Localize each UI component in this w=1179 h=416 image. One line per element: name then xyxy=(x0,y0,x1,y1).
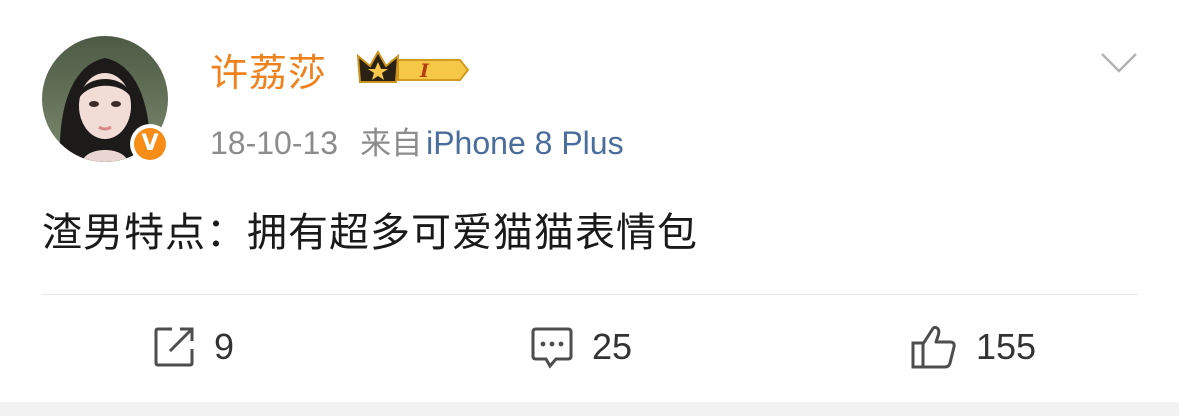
verified-icon: V xyxy=(134,128,166,160)
level-label: I xyxy=(419,60,430,82)
chevron-down-icon[interactable] xyxy=(1099,50,1139,76)
comment-bubble-icon xyxy=(531,327,573,369)
comment-count: 25 xyxy=(592,326,633,367)
post-text[interactable]: 渣男特点：拥有超多可爱猫猫表情包 xyxy=(42,200,698,258)
comment-button[interactable]: 25 xyxy=(530,322,632,372)
repost-button[interactable]: 9 xyxy=(152,322,234,372)
like-count: 155 xyxy=(976,326,1037,367)
post-meta: 18-10-13 来自 iPhone 8 Plus xyxy=(210,118,624,163)
divider xyxy=(42,294,1138,295)
footer-gap xyxy=(0,402,1179,416)
verified-badge: V xyxy=(130,124,170,164)
from-label: 来自 xyxy=(360,126,423,162)
device-link[interactable]: iPhone 8 Plus xyxy=(426,125,623,161)
username[interactable]: 许荔莎 xyxy=(210,42,327,97)
crown-badge-icon[interactable]: I xyxy=(356,48,472,90)
like-button[interactable]: 155 xyxy=(910,322,1036,372)
repost-count: 9 xyxy=(214,326,235,367)
post-card: V 许荔莎 I 18-10-13 来自 iPhone 8 Plus 渣男特点：拥有超… xyxy=(0,0,1179,402)
thumbs-up-icon xyxy=(911,325,956,369)
post-date: 18-10-13 xyxy=(210,125,339,161)
share-out-icon xyxy=(154,327,194,367)
